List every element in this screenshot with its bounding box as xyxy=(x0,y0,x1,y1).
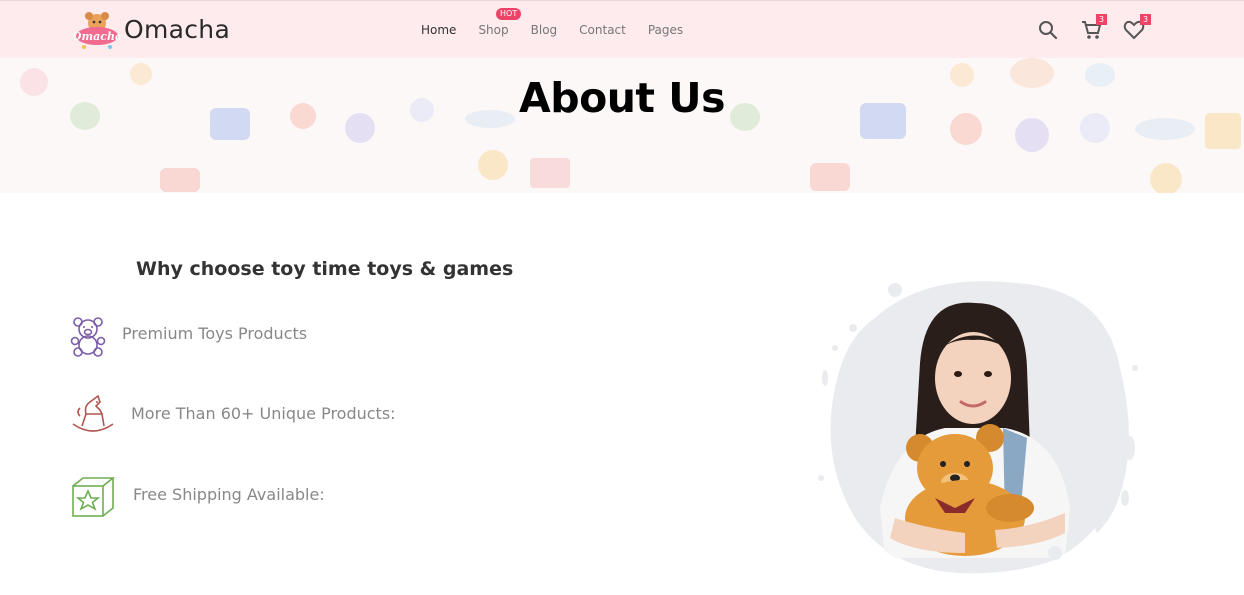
feature-label: Premium Toys Products xyxy=(122,324,308,343)
nav-shop[interactable]: Shop xyxy=(478,23,508,37)
wishlist-count-badge: 3 xyxy=(1140,14,1151,25)
svg-text:Omacha: Omacha xyxy=(74,30,120,43)
toy-pattern-shape xyxy=(1015,118,1049,152)
nav-home[interactable]: Home xyxy=(421,23,456,37)
section-heading: Why choose toy time toys & games xyxy=(136,258,514,280)
toy-pattern-shape xyxy=(478,150,508,180)
toy-pattern-shape xyxy=(530,158,570,188)
feature-label: Free Shipping Available: xyxy=(133,485,325,504)
brand-name[interactable]: Omacha xyxy=(124,15,230,44)
nav-contact[interactable]: Contact xyxy=(579,23,626,37)
page-title: About Us xyxy=(518,74,726,122)
toy-pattern-shape xyxy=(160,168,200,192)
toy-pattern-shape xyxy=(1150,163,1182,193)
site-header: Omacha Omacha Home Shop Blog Contact Pag… xyxy=(0,0,1244,58)
cart-count-badge: 3 xyxy=(1096,14,1107,25)
nav-blog[interactable]: Blog xyxy=(531,23,558,37)
nav-pages[interactable]: Pages xyxy=(648,23,683,37)
main-nav: Home Shop Blog Contact Pages xyxy=(421,23,705,37)
hot-badge: HOT xyxy=(496,8,522,20)
page-banner: About Us xyxy=(0,58,1244,193)
rocking-horse-icon xyxy=(72,394,114,432)
feature-label: More Than 60+ Unique Products: xyxy=(131,404,396,423)
toy-pattern-shape xyxy=(810,163,850,191)
omacha-logo[interactable]: Omacha xyxy=(74,9,120,51)
teddy-bear-icon xyxy=(70,317,106,357)
girl-with-teddy-image xyxy=(818,281,1138,578)
star-box-icon xyxy=(72,477,116,517)
search-icon[interactable] xyxy=(1037,19,1059,41)
